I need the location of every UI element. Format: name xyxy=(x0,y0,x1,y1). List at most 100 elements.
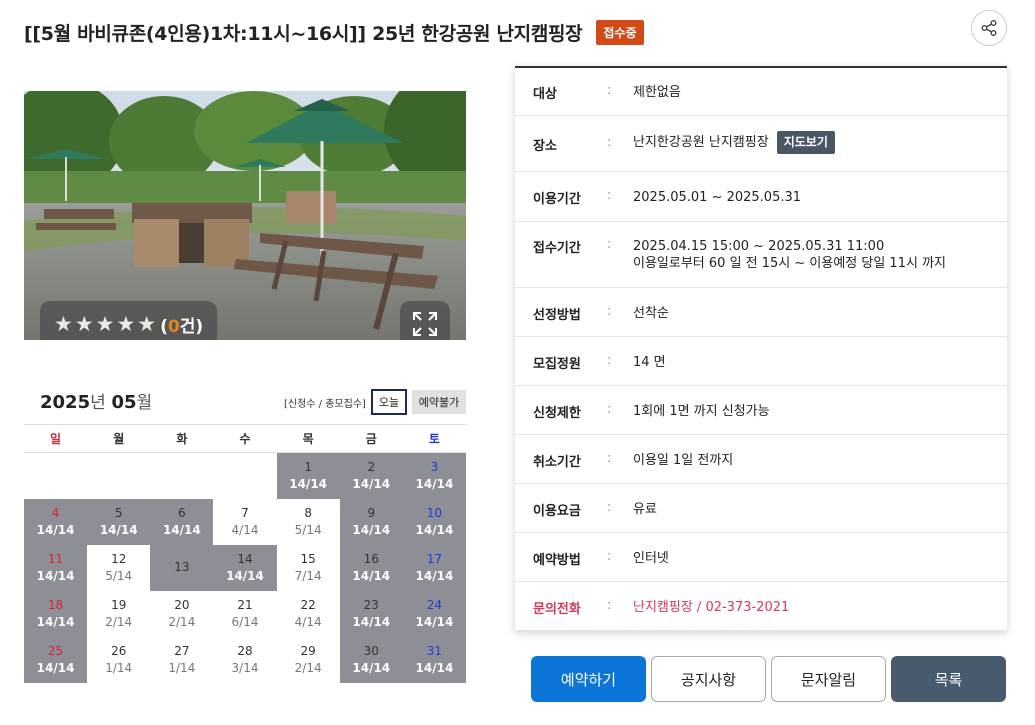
info-label: 취소기간 xyxy=(533,455,581,470)
calendar-day-number: 29 xyxy=(300,643,316,658)
weekday-header: 토 xyxy=(402,424,466,453)
calendar-day-number: 25 xyxy=(47,643,64,658)
calendar-booking-count: 7/14 xyxy=(294,568,322,583)
weekday-header: 화 xyxy=(150,424,214,453)
info-value: 난지한강공원 난지캠핑장 지도보기 xyxy=(633,131,835,154)
calendar-empty-cell xyxy=(24,453,87,499)
share-button[interactable] xyxy=(971,10,1007,46)
calendar-empty-cell xyxy=(213,453,276,499)
expand-photo-button[interactable] xyxy=(400,301,450,340)
info-value-text: 유료 xyxy=(633,502,657,517)
calendar-day-number: 5 xyxy=(114,505,123,520)
calendar-day-cell: 9 14/14 xyxy=(339,498,403,545)
info-value-text-secondary: 이용일로부터 60 일 전 15시 ~ 이용예정 당일 11시 까지 xyxy=(633,256,946,271)
calendar-day-cell: 2 14/14 xyxy=(339,452,403,499)
calendar-day-number: 14 xyxy=(237,551,253,566)
today-button[interactable]: 오늘 xyxy=(371,389,407,415)
calendar-booking-count: 14/14 xyxy=(415,476,454,491)
expand-icon xyxy=(413,312,437,336)
sms-alert-button[interactable]: 문자알림 xyxy=(771,656,886,702)
title-row: [[5월 바비큐존(4인용)1차:11시~16시]] 25년 한강공원 난지캠핑… xyxy=(24,16,644,48)
calendar-day-number: 20 xyxy=(174,597,190,612)
star-rating-icon: ★★★★★ xyxy=(54,312,159,336)
list-button[interactable]: 목록 xyxy=(891,656,1006,702)
calendar-booking-count: 14/14 xyxy=(352,476,391,491)
calendar-day-cell[interactable]: 27 1/14 xyxy=(150,637,213,683)
info-label: 접수기간 xyxy=(533,241,581,256)
calendar-booking-count: 14/14 xyxy=(99,522,138,537)
info-separator: : xyxy=(607,237,612,252)
calendar-day-cell[interactable]: 20 2/14 xyxy=(150,591,213,637)
calendar-day-number: 18 xyxy=(47,597,64,612)
info-value: 난지캠핑장 / 02-373-2021 xyxy=(633,599,789,616)
calendar-day-number: 15 xyxy=(300,551,316,566)
calendar-day-number: 11 xyxy=(47,551,64,566)
calendar-day-number: 26 xyxy=(111,643,127,658)
notice-button[interactable]: 공지사항 xyxy=(651,656,766,702)
calendar-day-number: 9 xyxy=(367,505,376,520)
info-separator: : xyxy=(607,402,612,417)
calendar-booking-count: 2/14 xyxy=(105,614,133,629)
calendar-day-cell[interactable]: 28 3/14 xyxy=(213,637,276,683)
calendar-legend: [신청수 / 총모집수] xyxy=(284,399,366,410)
calendar-booking-count: 14/14 xyxy=(162,522,201,537)
calendar-booking-count: 4/14 xyxy=(294,614,322,629)
info-label: 문의전화 xyxy=(533,602,581,617)
calendar-day-cell: 30 14/14 xyxy=(339,636,403,683)
calendar-week-row: 11 14/14 12 5/14 13 14 14/14 15 7/14 16 14/14 17 14/… xyxy=(24,544,466,591)
calendar-day-number: 2 xyxy=(367,459,376,474)
calendar-day-cell[interactable]: 26 1/14 xyxy=(87,637,150,683)
reserve-button[interactable]: 예약하기 xyxy=(531,656,646,702)
info-label: 이용요금 xyxy=(533,504,581,519)
calendar-day-number: 19 xyxy=(111,597,127,612)
share-icon xyxy=(981,20,997,36)
calendar-week-row: 18 14/14 19 2/14 20 2/14 21 6/14 22 4/14 23 14/14 24… xyxy=(24,590,466,637)
calendar-booking-count: 2/14 xyxy=(168,614,196,629)
info-label: 예약방법 xyxy=(533,553,581,568)
calendar-day-cell: 10 14/14 xyxy=(402,498,466,545)
info-label: 대상 xyxy=(533,87,557,102)
calendar-day-cell[interactable]: 29 2/14 xyxy=(277,637,340,683)
calendar-day-cell[interactable]: 22 4/14 xyxy=(277,591,340,637)
calendar-booking-count: 14/14 xyxy=(352,522,391,537)
calendar-day-cell[interactable]: 15 7/14 xyxy=(277,545,340,591)
info-value-text: 1회에 1면 까지 신청가능 xyxy=(633,404,770,419)
calendar-day-number: 7 xyxy=(241,505,249,520)
weekday-header: 수 xyxy=(213,424,277,453)
map-view-button[interactable]: 지도보기 xyxy=(776,131,835,154)
calendar-day-cell[interactable]: 19 2/14 xyxy=(87,591,150,637)
info-row-apply-period: 접수기간: 2025.04.15 15:00 ~ 2025.05.31 11:00… xyxy=(515,222,1007,288)
calendar-day-cell: 5 14/14 xyxy=(87,498,151,545)
info-row-use-period: 이용기간: 2025.05.01 ~ 2025.05.31 xyxy=(515,172,1007,222)
calendar-day-number: 27 xyxy=(174,643,190,658)
calendar-booking-count: 14/14 xyxy=(36,660,75,675)
info-row-selection: 선정방법: 선착순 xyxy=(515,288,1007,337)
info-separator: : xyxy=(607,451,612,466)
info-separator: : xyxy=(607,549,612,564)
calendar-day-number: 21 xyxy=(237,597,253,612)
info-value-text: 이용일 1일 전까지 xyxy=(633,453,734,468)
calendar-week-row: 25 14/14 26 1/14 27 1/14 28 3/14 29 2/14 30 14/14 31… xyxy=(24,636,466,683)
info-value: 유료 xyxy=(633,501,657,518)
calendar-booking-count: 14/14 xyxy=(226,568,264,583)
rating-count: (0건) xyxy=(160,316,204,337)
info-label: 이용기간 xyxy=(533,192,581,207)
calendar-day-cell[interactable]: 8 5/14 xyxy=(277,499,340,545)
calendar-day-number: 23 xyxy=(363,597,379,612)
calendar-booking-count: 14/14 xyxy=(415,522,454,537)
calendar-booking-count: 1/14 xyxy=(168,660,196,675)
calendar-day-cell: 25 14/14 xyxy=(24,636,88,683)
info-value-text[interactable]: 난지캠핑장 / 02-373-2021 xyxy=(633,600,789,615)
calendar-day-cell[interactable]: 7 4/14 xyxy=(213,499,276,545)
calendar-day-cell[interactable]: 12 5/14 xyxy=(87,545,150,591)
info-value: 선착순 xyxy=(633,305,669,322)
info-value: 1회에 1면 까지 신청가능 xyxy=(633,403,770,420)
info-row-target: 대상: 제한없음 xyxy=(515,68,1007,116)
calendar-booking-count: 14/14 xyxy=(36,568,75,583)
info-value-text: 난지한강공원 난지캠핑장 xyxy=(633,135,769,150)
calendar-booking-count: 14/14 xyxy=(415,568,454,583)
calendar-day-number: 1 xyxy=(304,459,312,474)
calendar-booking-count: 2/14 xyxy=(294,660,322,675)
calendar-day-cell[interactable]: 21 6/14 xyxy=(213,591,276,637)
calendar-header: 2025년 05월 [신청수 / 총모집수] 오늘 예약불가 xyxy=(24,386,466,416)
